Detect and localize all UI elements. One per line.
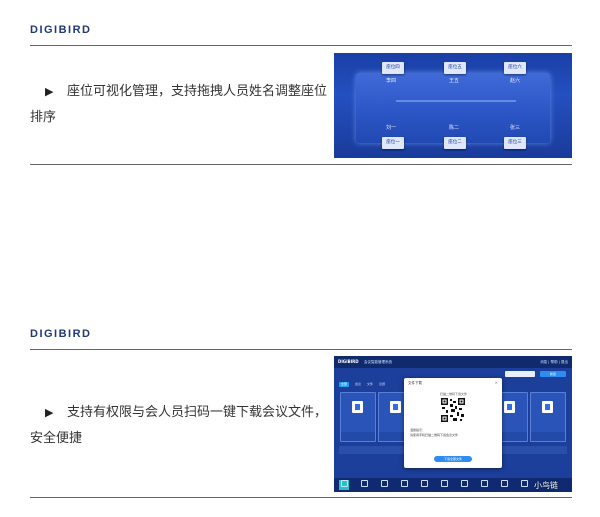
attendee-name: 王五 xyxy=(449,78,460,84)
tab-topic: 议题 xyxy=(379,382,386,386)
home-icon xyxy=(339,480,349,490)
divider xyxy=(30,497,572,498)
seat-card: 座位三 xyxy=(504,137,526,149)
file-icon xyxy=(379,480,389,490)
seat-card: 座位六 xyxy=(504,62,526,74)
meeting-icon xyxy=(359,480,369,490)
file-icon xyxy=(352,401,363,413)
file-card xyxy=(530,392,566,442)
feature-description: ▶ 支持有权限与会人员扫码一键下载会议文件，安全便捷 xyxy=(30,400,330,452)
attendee-name: 张三 xyxy=(510,125,521,131)
screen-icon xyxy=(499,480,509,490)
seat-card: 座位二 xyxy=(444,137,466,149)
file-icon xyxy=(390,401,401,413)
seat-card: 座位五 xyxy=(444,62,466,74)
tab-meeting: 会议 xyxy=(355,382,362,386)
bullet-icon: ▶ xyxy=(45,406,54,419)
divider xyxy=(30,349,572,350)
table-divider xyxy=(396,100,516,102)
file-icon xyxy=(504,401,515,413)
brand-label: DIGIBIRD xyxy=(30,328,92,340)
bullet-icon: ▶ xyxy=(45,85,54,98)
new-button: 新建 xyxy=(540,371,566,377)
file-icon xyxy=(542,401,553,413)
download-all-button: 下载全部文件 xyxy=(434,456,472,462)
seat-icon xyxy=(439,480,449,490)
message-icon xyxy=(479,480,489,490)
attendee-name: 赵六 xyxy=(510,78,521,84)
feature-text: 座位可视化管理，支持拖拽人员姓名调整座位排序 xyxy=(30,84,328,125)
attendee-name: 刘一 xyxy=(386,125,397,131)
user-menu: 消息 | 帮助 | 退出 xyxy=(540,359,568,364)
tab-file: 文件 xyxy=(367,382,374,386)
feature-text: 支持有权限与会人员扫码一键下载会议文件，安全便捷 xyxy=(30,405,328,446)
brand-label: DIGIBIRD xyxy=(30,24,92,36)
watermark-logo: 小鸟链 xyxy=(534,481,558,490)
divider xyxy=(30,164,572,165)
system-name: 会议智能管理系统 xyxy=(364,359,392,364)
feature-description: ▶ 座位可视化管理，支持拖拽人员姓名调整座位排序 xyxy=(30,79,330,131)
qr-code-icon xyxy=(441,398,465,422)
seat-card: 座位四 xyxy=(382,62,404,74)
divider xyxy=(30,45,572,46)
dialog-title: 文件下载 xyxy=(408,381,422,385)
file-card xyxy=(340,392,376,442)
download-dialog: 文件下载 × 扫描二维码下载文件 温馨提示： 请使用手机扫描二维码下载会议文件 … xyxy=(404,378,502,468)
user-icon xyxy=(399,480,409,490)
search-input xyxy=(505,371,535,377)
dialog-hint: 扫描二维码下载文件 xyxy=(440,392,468,396)
attendee-name: 陈二 xyxy=(449,125,460,131)
dialog-note: 请使用手机扫描二维码下载会议文件 xyxy=(410,433,459,437)
close-icon: × xyxy=(494,380,498,385)
seat-management-screenshot: 座位四 座位五 座位六 李四 王五 赵六 刘一 陈二 张三 座位一 座位二 座位… xyxy=(334,53,572,158)
settings-icon xyxy=(519,480,529,490)
seat-card: 座位一 xyxy=(382,137,404,149)
attendee-name: 李四 xyxy=(386,78,397,84)
file-download-screenshot: DIGIBIRD 会议智能管理系统 消息 | 帮助 | 退出 新建 全部 会议 … xyxy=(334,356,572,492)
vote-icon xyxy=(419,480,429,490)
dialog-note: 温馨提示： xyxy=(410,428,426,432)
tab-all: 全部 xyxy=(339,382,350,387)
app-logo: DIGIBIRD xyxy=(338,359,359,364)
sign-icon xyxy=(459,480,469,490)
